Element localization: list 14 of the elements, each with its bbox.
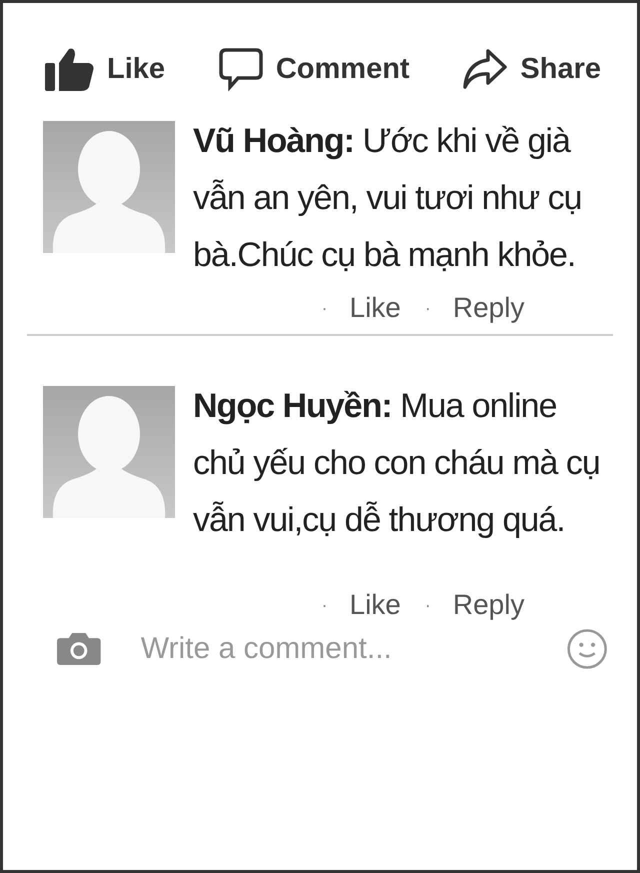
comment-input-field[interactable]: Write a comment... <box>140 632 527 666</box>
like-button[interactable]: Like <box>45 47 166 91</box>
comment-text: Ngọc Huyền: Mua online chủ yếu cho con cháu mà cụ vẫn vui,cụ dễ thương quá. <box>193 386 601 541</box>
share-arrow-icon <box>462 47 508 91</box>
comment-action-link[interactable]: · Like <box>322 589 401 621</box>
share-button[interactable]: Share <box>462 47 601 91</box>
comment-action-link[interactable]: · Reply <box>424 589 524 621</box>
comment-text: Vũ Hoàng: Ước khi về già vẫn an yên, vui tươi như cụ bà.Chúc cụ bà mạnh khỏe. <box>193 121 583 276</box>
speech-bubble-icon <box>218 47 264 91</box>
thumbs-up-icon <box>45 47 95 91</box>
comment-action-link[interactable]: · Like <box>322 292 401 324</box>
comment-button[interactable]: Comment <box>218 47 410 91</box>
camera-icon[interactable] <box>57 630 101 668</box>
comment-action-link[interactable]: · Reply <box>424 292 524 324</box>
